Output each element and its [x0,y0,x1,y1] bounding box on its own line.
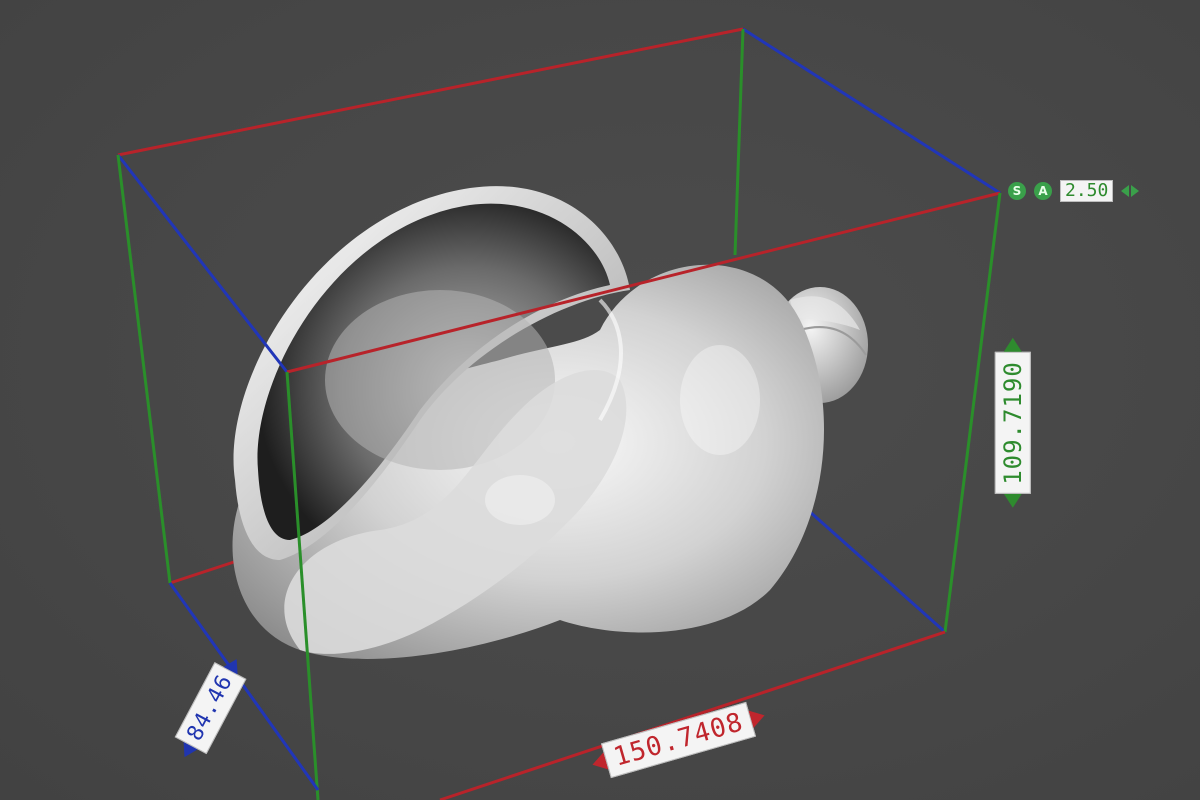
body-specular [680,345,760,455]
increment-icon[interactable] [1131,185,1140,197]
decrement-icon[interactable] [1121,185,1130,197]
arrow-down-icon[interactable] [1003,493,1022,508]
scale-toggle-button[interactable]: S [1008,182,1026,200]
seashell-model[interactable] [232,186,869,659]
align-toggle-button[interactable]: A [1034,182,1052,200]
3d-viewport[interactable]: 150.7408 109.7190 84.46 S A 2.50 [0,0,1200,800]
dimension-height-label[interactable]: 109.7190 [994,338,1031,508]
step-spinner[interactable] [1121,185,1140,197]
dimension-height-value[interactable]: 109.7190 [994,352,1031,494]
step-value-field[interactable]: 2.50 [1060,180,1114,202]
scale-gizmo[interactable]: S A 2.50 [1008,180,1140,202]
columella-specular [485,475,555,525]
arrow-up-icon[interactable] [1003,338,1022,353]
